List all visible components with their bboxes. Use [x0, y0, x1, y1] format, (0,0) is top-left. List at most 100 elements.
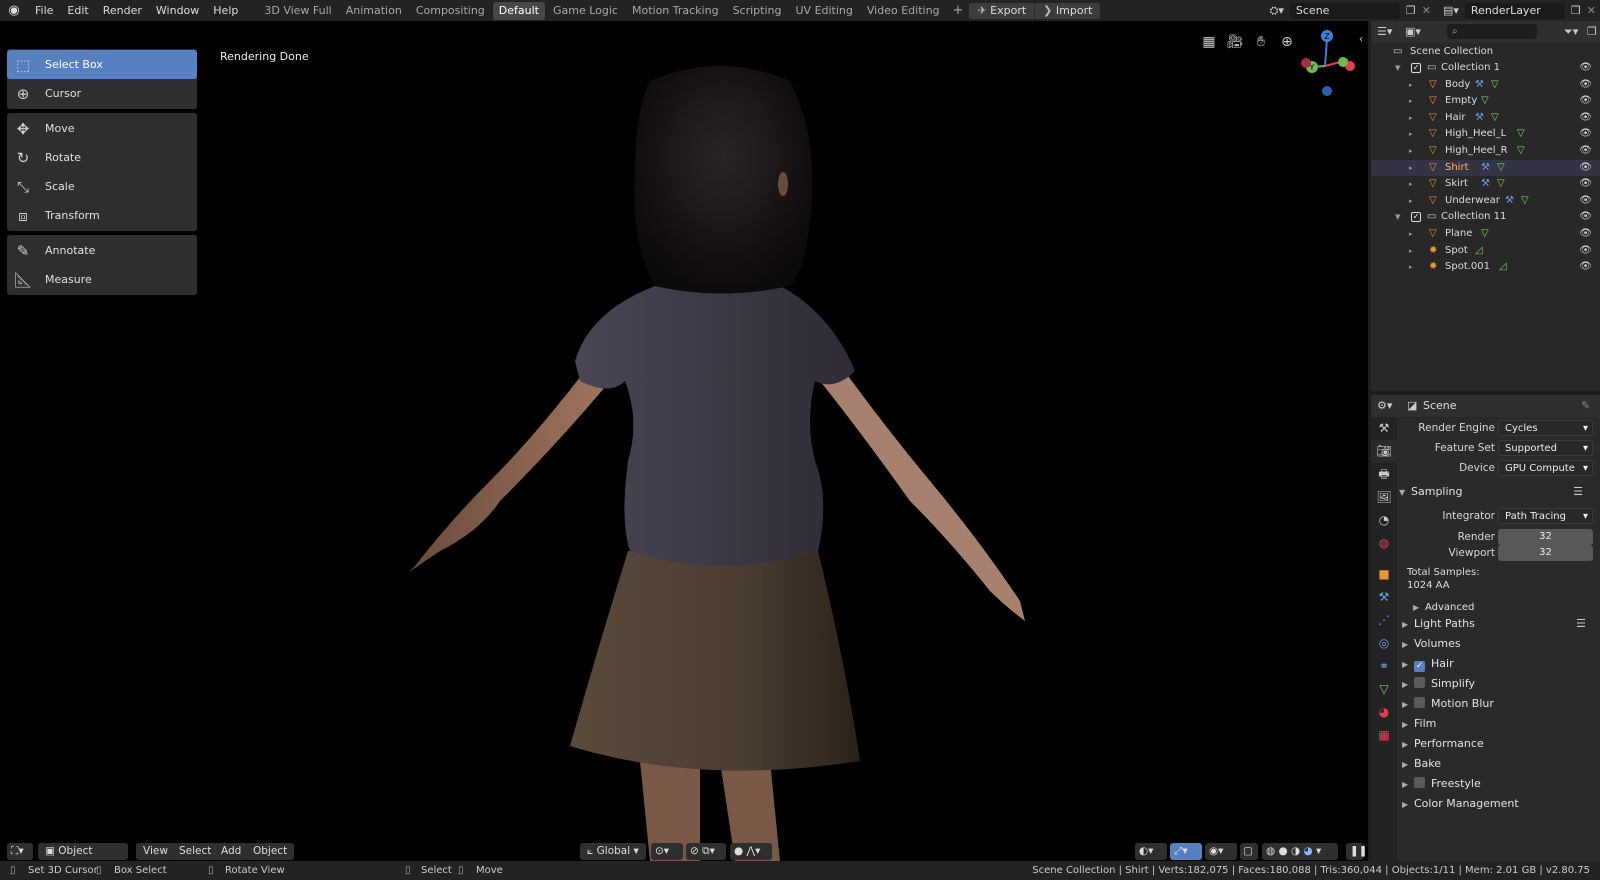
physics-icon[interactable]: ◎: [1371, 632, 1397, 655]
mesh-data-icon[interactable]: ▽: [1481, 93, 1489, 109]
modifier-wrench-icon[interactable]: ⚒: [1481, 176, 1490, 192]
orientation-select[interactable]: ⟀ Global ▾: [580, 843, 646, 860]
outliner-row[interactable]: ▸ ▽ Plane ▽ 👁︎: [1371, 226, 1600, 242]
material-icon[interactable]: ◕: [1371, 701, 1397, 724]
tab-uv-editing[interactable]: UV Editing: [790, 2, 859, 20]
pivot-select[interactable]: ⊙▾: [651, 843, 683, 860]
collapsed-arrow-icon[interactable]: ▸: [1409, 259, 1413, 275]
tool-rotate[interactable]: ↻ Rotate: [7, 143, 197, 172]
pause-render-button[interactable]: ❚❚: [1346, 843, 1368, 860]
shading-wireframe-icon[interactable]: ◍: [1266, 845, 1275, 857]
outliner-search-input[interactable]: ⌕: [1447, 24, 1537, 39]
tool-settings-icon[interactable]: ⚒: [1371, 417, 1397, 440]
tab-video-editing[interactable]: Video Editing: [861, 2, 946, 20]
tab-animation[interactable]: Animation: [340, 2, 408, 20]
menu-window[interactable]: Window: [149, 0, 206, 21]
panel-motion-blur[interactable]: ▶ Motion Blur: [1402, 694, 1600, 714]
pin-icon[interactable]: ✎: [1581, 399, 1590, 412]
tool-scale[interactable]: ⤡ Scale: [7, 172, 197, 201]
delete-scene-icon[interactable]: ✕: [1422, 4, 1431, 17]
tool-move[interactable]: ✥ Move: [7, 114, 197, 143]
eye-icon[interactable]: 👁︎: [1579, 176, 1592, 192]
object-icon[interactable]: ■: [1371, 563, 1397, 586]
list-icon[interactable]: ☰: [1573, 482, 1583, 502]
eye-icon[interactable]: 👁︎: [1579, 77, 1592, 93]
object-data-icon[interactable]: ▽: [1371, 678, 1397, 701]
viewport-samples-field[interactable]: 32: [1498, 545, 1593, 561]
tool-measure[interactable]: 📐︎ Measure: [7, 265, 197, 294]
viewport-menu-view[interactable]: View: [136, 843, 175, 860]
light-data-icon[interactable]: ◿: [1475, 243, 1483, 259]
collapsed-arrow-icon[interactable]: ▸: [1409, 93, 1413, 109]
menu-render[interactable]: Render: [96, 0, 149, 21]
pan-hand-icon[interactable]: ✋︎: [1252, 33, 1270, 51]
panel-hair[interactable]: ▶ ✓ Hair: [1402, 654, 1600, 674]
mesh-data-icon[interactable]: ▽: [1481, 226, 1489, 242]
constraints-icon[interactable]: ⚭: [1371, 655, 1397, 678]
modifier-wrench-icon[interactable]: ⚒: [1475, 110, 1484, 126]
export-button[interactable]: ✈ Export: [969, 2, 1035, 19]
list-icon[interactable]: ☰: [1576, 614, 1586, 634]
eye-icon[interactable]: 👁︎: [1579, 60, 1592, 76]
outliner-row[interactable]: ▸ ✹ Spot.001 ◿ 👁︎: [1371, 259, 1600, 275]
eye-icon[interactable]: 👁︎: [1579, 126, 1592, 142]
modifier-icon[interactable]: ⚒: [1371, 586, 1397, 609]
modifier-wrench-icon[interactable]: ⚒: [1505, 193, 1514, 209]
view-layer-icon[interactable]: 🖼︎: [1371, 486, 1397, 509]
expanded-arrow-icon[interactable]: ▼: [1395, 60, 1400, 76]
panel-film[interactable]: ▶ Film: [1402, 714, 1600, 734]
new-scene-icon[interactable]: ❐: [1406, 4, 1416, 17]
tool-select-box[interactable]: ⬚ Select Box: [7, 50, 197, 79]
import-button[interactable]: ❯ Import: [1034, 2, 1101, 19]
mesh-data-icon[interactable]: ▽: [1517, 143, 1525, 159]
collapsed-arrow-icon[interactable]: ▸: [1409, 143, 1413, 159]
tool-transform[interactable]: ⧈ Transform: [7, 201, 197, 230]
new-collection-icon[interactable]: ❐: [1587, 25, 1597, 38]
output-icon[interactable]: 🖶︎: [1371, 463, 1397, 486]
particles-icon[interactable]: ⋰: [1371, 609, 1397, 632]
outliner-root[interactable]: ▭ Scene Collection: [1371, 44, 1600, 60]
sampling-panel-header[interactable]: ▼ Sampling ☰: [1399, 482, 1597, 502]
render-engine-select[interactable]: Cycles ▾: [1498, 420, 1593, 436]
viewport-menu-object[interactable]: Object: [246, 843, 295, 860]
checkbox[interactable]: [1414, 777, 1425, 788]
outliner-row[interactable]: ▸ ▽ Empty ▽ 👁︎: [1371, 93, 1600, 109]
menu-edit[interactable]: Edit: [60, 0, 95, 21]
eye-icon[interactable]: 👁︎: [1579, 259, 1592, 275]
mesh-data-icon[interactable]: ▽: [1491, 77, 1499, 93]
tab-3d-view-full[interactable]: 3D View Full: [258, 2, 337, 20]
shading-solid-icon[interactable]: ●: [1275, 845, 1288, 857]
panel-simplify[interactable]: ▶ Simplify: [1402, 674, 1600, 694]
texture-icon[interactable]: ▦: [1371, 724, 1397, 747]
xray-toggle[interactable]: ▢: [1240, 843, 1258, 860]
outliner-row[interactable]: ▸ ✹ Spot ◿ 👁︎: [1371, 243, 1600, 259]
light-data-icon[interactable]: ◿: [1499, 259, 1507, 275]
menu-file[interactable]: File: [28, 0, 60, 21]
checkbox[interactable]: ✓: [1414, 661, 1425, 672]
scene-icon[interactable]: ◔: [1371, 509, 1397, 532]
eye-icon[interactable]: 👁︎: [1579, 209, 1592, 225]
outliner-row[interactable]: ▸ ▽ Underwear ⚒ ▽ 👁︎: [1371, 193, 1600, 209]
tool-cursor[interactable]: ⊕ Cursor: [7, 79, 197, 108]
collapsed-arrow-icon[interactable]: ▸: [1409, 160, 1413, 176]
collapsed-arrow-icon[interactable]: ▸: [1409, 126, 1413, 142]
feature-set-select[interactable]: Supported ▾: [1498, 440, 1593, 456]
panel-bake[interactable]: ▶ Bake: [1402, 754, 1600, 774]
overlay-toggle[interactable]: ◉▾: [1205, 843, 1237, 860]
outliner-editor-icon[interactable]: ☰▾: [1377, 25, 1392, 38]
mesh-data-icon[interactable]: ▽: [1497, 176, 1505, 192]
tab-default[interactable]: Default: [492, 1, 545, 20]
viewport-menu-add[interactable]: Add: [214, 843, 249, 860]
modifier-wrench-icon[interactable]: ⚒: [1475, 77, 1484, 93]
visibility-select[interactable]: ◐▾: [1135, 843, 1167, 860]
shading-modes[interactable]: ◍ ● ◑ ◕ ▾: [1262, 843, 1338, 860]
panel-volumes[interactable]: ▶ Volumes: [1402, 634, 1600, 654]
outliner-row[interactable]: ▸ ▽ Shirt ⚒ ▽ 👁︎: [1371, 159, 1600, 176]
menu-help[interactable]: Help: [206, 0, 245, 21]
tab-scripting[interactable]: Scripting: [727, 2, 788, 20]
panel-performance[interactable]: ▶ Performance: [1402, 734, 1600, 754]
snap-toggle[interactable]: ⊘ ⧉▾: [686, 843, 726, 860]
eye-icon[interactable]: 👁︎: [1579, 160, 1592, 176]
gizmo-toggle[interactable]: ⤢▾: [1170, 843, 1202, 860]
3d-viewport[interactable]: Rendering Done ▦ 🎥︎ ✋︎ ⊕ ‹ Z Y ⬚ Select B…: [0, 21, 1368, 861]
